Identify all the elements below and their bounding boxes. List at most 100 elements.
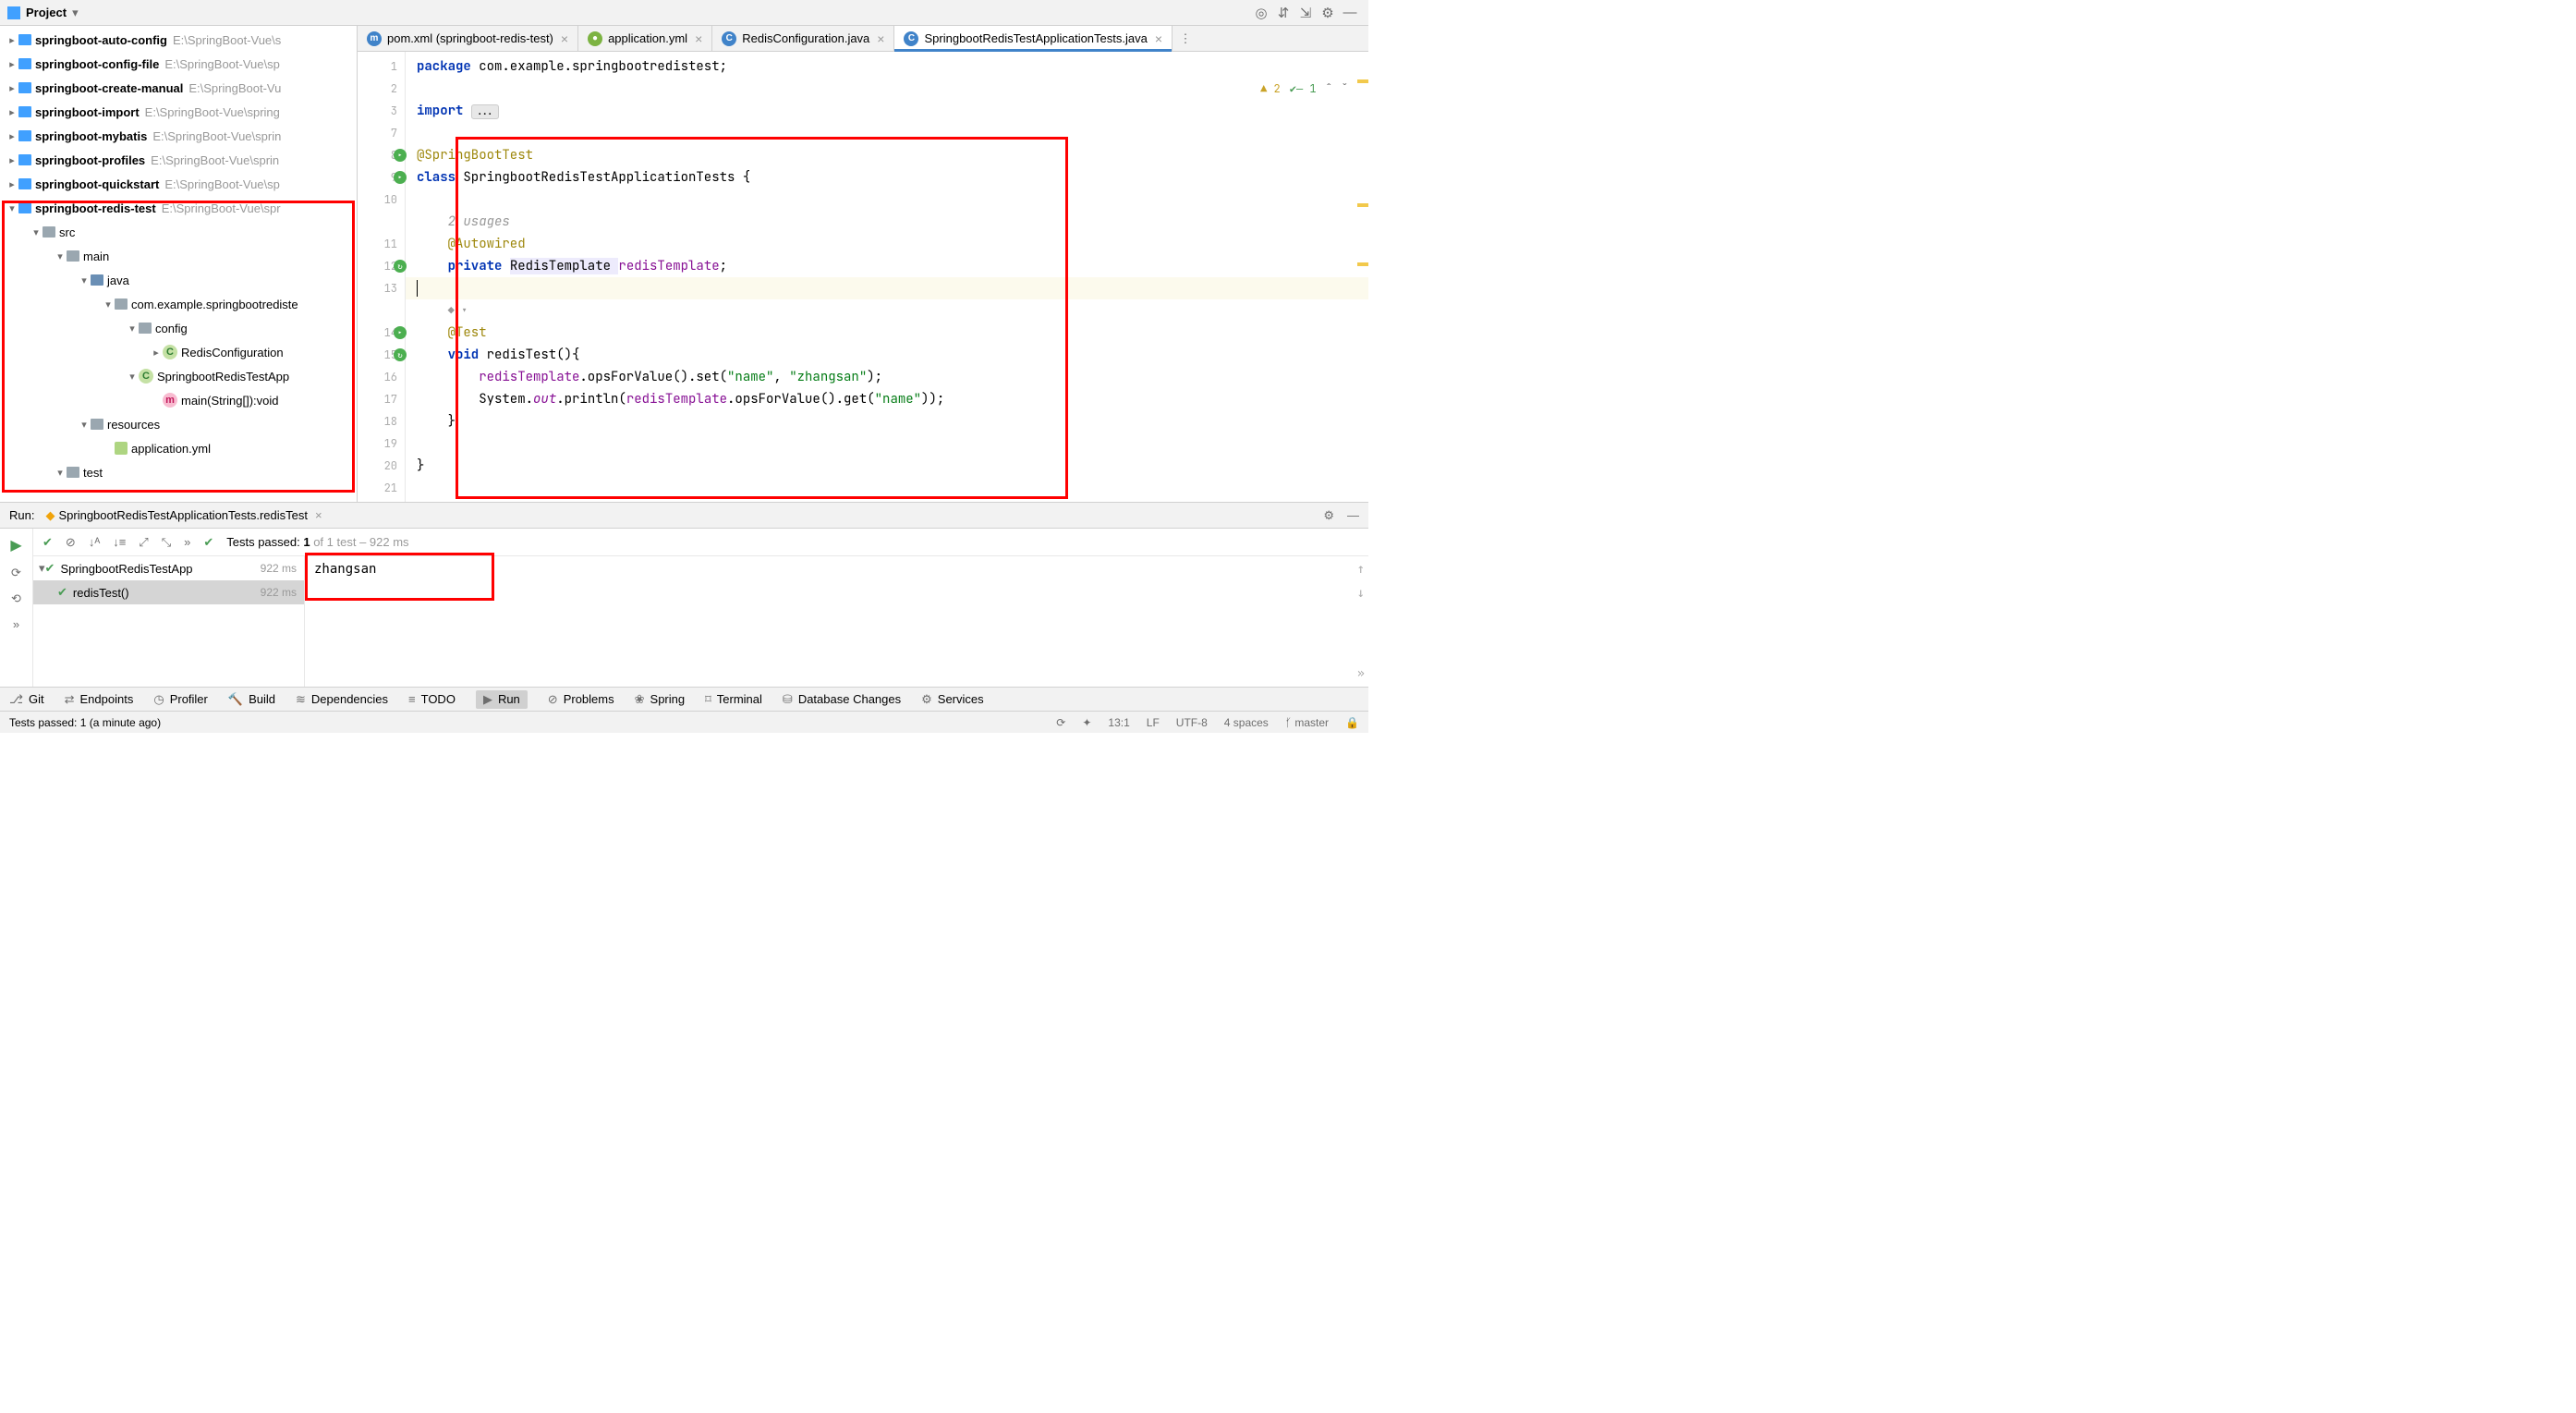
chevron-icon[interactable]: ▾ — [54, 250, 67, 262]
gutter-run-icon[interactable]: ▸ — [394, 171, 407, 184]
line-number[interactable]: 2 — [358, 78, 405, 100]
tool-window-button[interactable]: ⚙Services — [921, 692, 984, 707]
tool-window-button[interactable]: ≡TODO — [408, 692, 456, 706]
git-branch[interactable]: ᚶ master — [1285, 716, 1329, 729]
toggle-auto-test-icon[interactable]: ⟲ — [11, 591, 21, 606]
tree-item[interactable]: ▸springboot-create-manualE:\SpringBoot-V… — [0, 76, 357, 100]
expand-all-icon[interactable]: ⇵ — [1272, 5, 1294, 21]
code-area[interactable]: 12378▸9▸101112↻1314▸15↻161718192021 pack… — [358, 52, 1368, 502]
tree-item[interactable]: ▸CRedisConfiguration — [0, 340, 357, 364]
chevron-icon[interactable]: ▾ — [102, 298, 115, 311]
gutter-run-icon[interactable]: ▸ — [394, 149, 407, 162]
tree-item[interactable]: ▾src — [0, 220, 357, 244]
tree-item[interactable]: ▾com.example.springbootrediste — [0, 292, 357, 316]
chevron-icon[interactable]: ▸ — [6, 130, 18, 142]
more-icon[interactable]: » — [13, 617, 19, 631]
gutter-run-icon[interactable]: ▸ — [394, 326, 407, 339]
expand-all-icon[interactable]: ⤢ — [139, 535, 148, 550]
tree-item[interactable]: ▾config — [0, 316, 357, 340]
weak-warning-icon[interactable]: ✔‒ 1 — [1290, 81, 1317, 96]
line-number[interactable]: 3 — [358, 100, 405, 122]
usages-hint[interactable]: 2 usages — [448, 213, 510, 230]
tree-item[interactable]: ▾CSpringbootRedisTestApp — [0, 364, 357, 388]
chevron-icon[interactable]: ▾ — [78, 274, 91, 286]
test-tree-item[interactable]: ✔redisTest()922 ms — [33, 580, 304, 604]
file-encoding[interactable]: UTF-8 — [1176, 716, 1208, 729]
error-stripe[interactable] — [1357, 79, 1368, 322]
line-number[interactable]: 18 — [358, 410, 405, 432]
chevron-down-icon[interactable]: ˇ — [1342, 81, 1348, 96]
dropdown-icon[interactable]: ▾ — [72, 6, 79, 20]
tree-item[interactable]: ▾springboot-redis-testE:\SpringBoot-Vue\… — [0, 196, 357, 220]
line-number[interactable]: 8▸ — [358, 144, 405, 166]
tree-item[interactable]: ▸springboot-mybatisE:\SpringBoot-Vue\spr… — [0, 124, 357, 148]
settings-icon[interactable]: ⚙ — [1323, 508, 1334, 523]
line-number[interactable]: 11 — [358, 233, 405, 255]
line-number[interactable]: 9▸ — [358, 166, 405, 189]
chevron-up-icon[interactable]: ˆ — [1326, 81, 1332, 96]
chevron-icon[interactable]: ▸ — [150, 347, 163, 359]
tree-item[interactable]: ▾test — [0, 460, 357, 484]
sort-duration-icon[interactable]: ↓≡ — [113, 535, 126, 549]
tool-window-button[interactable]: ⊘Problems — [548, 692, 614, 707]
tree-item[interactable]: ▸springboot-importE:\SpringBoot-Vue\spri… — [0, 100, 357, 124]
fold-icon[interactable]: ... — [471, 104, 499, 119]
line-number[interactable] — [358, 211, 405, 233]
line-number[interactable] — [358, 299, 405, 322]
line-number[interactable]: 19 — [358, 432, 405, 455]
chevron-icon[interactable]: ▾ — [126, 371, 139, 383]
close-icon[interactable]: × — [1155, 31, 1162, 46]
more-icon[interactable]: » — [1357, 666, 1365, 681]
chevron-icon[interactable]: ▸ — [6, 34, 18, 46]
editor-tab[interactable]: mpom.xml (springboot-redis-test)× — [358, 26, 578, 51]
close-icon[interactable]: × — [561, 31, 568, 46]
line-number[interactable]: 12↻ — [358, 255, 405, 277]
tree-item[interactable]: ▾main — [0, 244, 357, 268]
line-number[interactable]: 15↻ — [358, 344, 405, 366]
caret-position[interactable]: 13:1 — [1108, 716, 1129, 729]
lock-icon[interactable]: 🔒 — [1345, 716, 1359, 729]
tree-item[interactable]: ▸springboot-auto-configE:\SpringBoot-Vue… — [0, 28, 357, 52]
chevron-icon[interactable]: ▾ — [54, 467, 67, 479]
collapse-all-icon[interactable]: ⤡ — [162, 535, 171, 550]
test-tree[interactable]: ▾ ✔SpringbootRedisTestApp922 ms✔redisTes… — [33, 556, 305, 687]
chevron-icon[interactable]: ▸ — [6, 82, 18, 94]
close-icon[interactable]: × — [695, 31, 702, 46]
close-icon[interactable]: × — [315, 508, 322, 522]
select-opened-file-icon[interactable]: ◎ — [1250, 5, 1272, 21]
gutter-run-icon[interactable]: ↻ — [394, 348, 407, 361]
tree-item[interactable]: ▾resources — [0, 412, 357, 436]
status-indexing-icon[interactable]: ⟳ — [1056, 716, 1065, 729]
inspection-widget[interactable]: ▲ 2 ✔‒ 1 ˆ ˇ — [1260, 81, 1348, 96]
run-icon[interactable]: ▶ — [10, 536, 21, 554]
settings-icon[interactable]: ⚙ — [1317, 5, 1339, 21]
indent-config[interactable]: 4 spaces — [1224, 716, 1269, 729]
line-number[interactable]: 13 — [358, 277, 405, 299]
line-number[interactable]: 1 — [358, 55, 405, 78]
line-number[interactable]: 16 — [358, 366, 405, 388]
inlay-hint-icon[interactable]: ◆ ▾ — [448, 303, 468, 318]
tool-window-button[interactable]: ▶Run — [476, 690, 528, 709]
gutter-run-icon[interactable]: ↻ — [394, 260, 407, 273]
line-separator[interactable]: LF — [1147, 716, 1160, 729]
code[interactable]: package com.example.springbootredistest;… — [406, 52, 1368, 502]
minimize-icon[interactable]: — — [1347, 508, 1359, 522]
console-output[interactable]: zhangsan ↑ ↓ » — [305, 556, 1368, 687]
warning-icon[interactable]: ▲ 2 — [1260, 81, 1281, 96]
chevron-icon[interactable]: ▾ — [78, 419, 91, 431]
show-ignored-icon[interactable]: ⊘ — [66, 535, 76, 550]
close-icon[interactable]: × — [877, 31, 884, 46]
line-number[interactable]: 17 — [358, 388, 405, 410]
tree-item[interactable]: ▸springboot-quickstartE:\SpringBoot-Vue\… — [0, 172, 357, 196]
chevron-icon[interactable]: ▸ — [6, 106, 18, 118]
tree-item[interactable]: ▸application.yml — [0, 436, 357, 460]
show-passed-icon[interactable]: ✔ — [43, 535, 53, 550]
tree-item[interactable]: ▸springboot-profilesE:\SpringBoot-Vue\sp… — [0, 148, 357, 172]
tool-window-button[interactable]: ❀Spring — [635, 692, 685, 707]
chevron-icon[interactable]: ▸ — [6, 154, 18, 166]
tool-window-button[interactable]: ◷Profiler — [153, 692, 208, 707]
chevron-icon[interactable]: ▾ — [6, 202, 18, 214]
scroll-up-icon[interactable]: ↑ — [1357, 562, 1365, 577]
tree-item[interactable]: ▸springboot-config-fileE:\SpringBoot-Vue… — [0, 52, 357, 76]
tool-window-button[interactable]: ⎇Git — [9, 692, 44, 707]
